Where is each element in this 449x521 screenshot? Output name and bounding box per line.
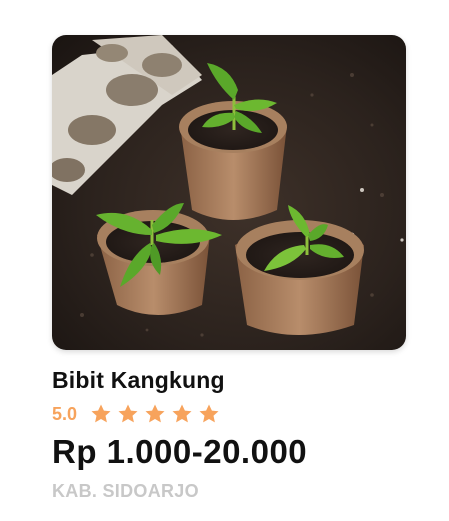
product-title[interactable]: Bibit Kangkung [52, 367, 406, 394]
star-icon [91, 404, 111, 423]
star-icon [199, 404, 219, 423]
product-image[interactable] [52, 35, 406, 350]
rating-value: 5.0 [52, 403, 78, 424]
product-rating: 5.0 [52, 402, 406, 426]
star-icon [145, 404, 165, 423]
product-price: Rp 1.000-20.000 [52, 433, 308, 470]
star-icon [118, 404, 138, 423]
seller-location: KAB. SIDOARJO [52, 481, 199, 501]
product-card[interactable]: Bibit Kangkung 5.0 Rp 1.000-20.000 KAB. … [52, 35, 406, 502]
rating-stars [89, 402, 221, 426]
star-icon [172, 404, 192, 423]
